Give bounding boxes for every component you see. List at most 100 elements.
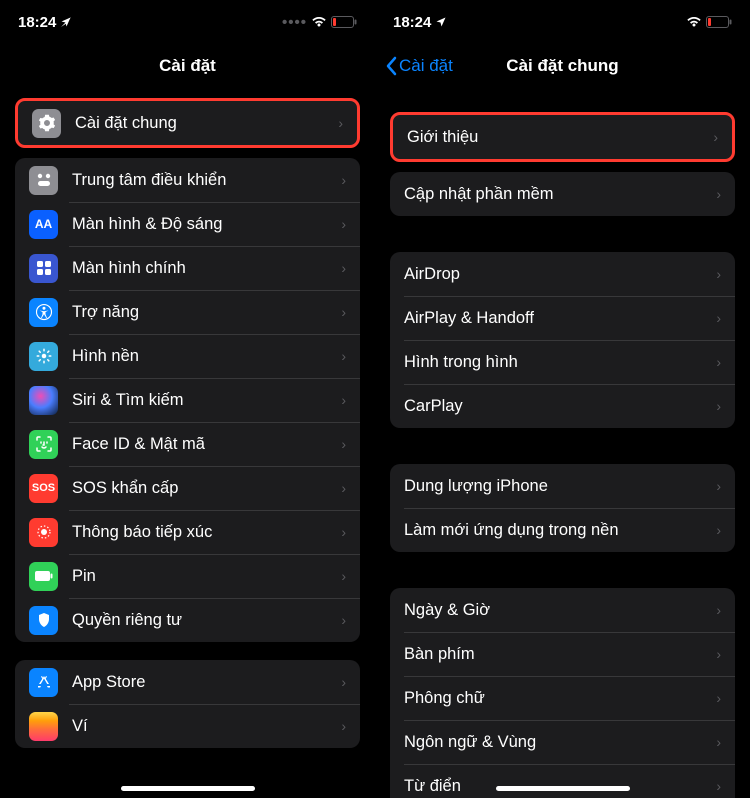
control-icon: [29, 166, 58, 195]
row-face-id[interactable]: Face ID & Mật mã ›: [15, 422, 360, 466]
row-label: Thông báo tiếp xúc: [72, 523, 341, 542]
row-label: CarPlay: [404, 397, 716, 416]
chevron-right-icon: ›: [713, 129, 718, 145]
location-icon: [435, 16, 447, 28]
row-label: Hình nền: [72, 347, 341, 366]
general-screen: 18:24 Cài đặt Cài đặt chung Giới thiệu ›…: [375, 0, 750, 798]
chevron-right-icon: ›: [716, 778, 721, 794]
row-dictionary[interactable]: Từ điển›: [390, 764, 735, 798]
row-privacy[interactable]: Quyền riêng tư ›: [15, 598, 360, 642]
row-battery[interactable]: Pin ›: [15, 554, 360, 598]
chevron-right-icon: ›: [716, 398, 721, 414]
home-indicator[interactable]: [121, 786, 255, 791]
face-id-icon: [29, 430, 58, 459]
about-group-highlighted: Giới thiệu ›: [390, 112, 735, 162]
location-icon: [60, 16, 72, 28]
row-label: Làm mới ứng dụng trong nền: [404, 521, 716, 540]
status-bar: 18:24: [375, 0, 750, 44]
row-keyboard[interactable]: Bàn phím›: [390, 632, 735, 676]
row-label: SOS khẩn cấp: [72, 479, 341, 498]
row-about[interactable]: Giới thiệu ›: [393, 115, 732, 159]
chevron-right-icon: ›: [341, 172, 346, 188]
chevron-right-icon: ›: [341, 260, 346, 276]
row-airplay[interactable]: AirPlay & Handoff›: [390, 296, 735, 340]
storage-group: Dung lượng iPhone› Làm mới ứng dụng tron…: [390, 464, 735, 552]
row-software-update[interactable]: Cập nhật phần mềm ›: [390, 172, 735, 216]
chevron-right-icon: ›: [716, 354, 721, 370]
row-label: Màn hình chính: [72, 259, 341, 278]
row-language-region[interactable]: Ngôn ngữ & Vùng›: [390, 720, 735, 764]
row-carplay[interactable]: CarPlay›: [390, 384, 735, 428]
row-label: Face ID & Mật mã: [72, 435, 341, 454]
row-sos[interactable]: SOS SOS khẩn cấp ›: [15, 466, 360, 510]
wifi-icon: [311, 16, 327, 28]
row-label: Ngày & Giờ: [404, 601, 716, 620]
row-wallpaper[interactable]: Hình nền ›: [15, 334, 360, 378]
chevron-right-icon: ›: [716, 690, 721, 706]
row-wallet[interactable]: Ví ›: [15, 704, 360, 748]
battery-low-icon: [706, 16, 732, 28]
status-bar: 18:24 ••••: [0, 0, 375, 44]
chevron-right-icon: ›: [341, 524, 346, 540]
display-icon: AA: [29, 210, 58, 239]
software-update-group: Cập nhật phần mềm ›: [390, 172, 735, 216]
cell-dots-icon: ••••: [282, 14, 307, 31]
row-label: Hình trong hình: [404, 353, 716, 372]
row-control-center[interactable]: Trung tâm điều khiển ›: [15, 158, 360, 202]
chevron-right-icon: ›: [716, 186, 721, 202]
home-indicator[interactable]: [496, 786, 630, 791]
wallet-icon: [29, 712, 58, 741]
row-label: Cập nhật phần mềm: [404, 185, 716, 204]
settings-group-main: Trung tâm điều khiển › AA Màn hình & Độ …: [15, 158, 360, 642]
gear-icon: [32, 109, 61, 138]
back-button[interactable]: Cài đặt: [385, 56, 453, 76]
exposure-icon: [29, 518, 58, 547]
chevron-right-icon: ›: [716, 266, 721, 282]
chevron-right-icon: ›: [341, 480, 346, 496]
row-app-store[interactable]: App Store ›: [15, 660, 360, 704]
siri-icon: [29, 386, 58, 415]
chevron-left-icon: [385, 56, 397, 76]
row-accessibility[interactable]: Trợ năng ›: [15, 290, 360, 334]
row-exposure[interactable]: Thông báo tiếp xúc ›: [15, 510, 360, 554]
app-store-icon: [29, 668, 58, 697]
row-label: Ngôn ngữ & Vùng: [404, 733, 716, 752]
row-label: Trung tâm điều khiển: [72, 171, 341, 190]
row-label: Cài đặt chung: [75, 114, 338, 133]
chevron-right-icon: ›: [338, 115, 343, 131]
chevron-right-icon: ›: [341, 348, 346, 364]
chevron-right-icon: ›: [716, 734, 721, 750]
row-label: Pin: [72, 567, 341, 586]
row-airdrop[interactable]: AirDrop›: [390, 252, 735, 296]
chevron-right-icon: ›: [341, 568, 346, 584]
back-label: Cài đặt: [399, 56, 453, 76]
chevron-right-icon: ›: [716, 310, 721, 326]
row-label: Dung lượng iPhone: [404, 477, 716, 496]
row-date-time[interactable]: Ngày & Giờ›: [390, 588, 735, 632]
settings-screen: 18:24 •••• Cài đặt Cài đặt chung › Trung…: [0, 0, 375, 798]
row-iphone-storage[interactable]: Dung lượng iPhone›: [390, 464, 735, 508]
chevron-right-icon: ›: [716, 602, 721, 618]
accessibility-icon: [29, 298, 58, 327]
row-background-refresh[interactable]: Làm mới ứng dụng trong nền›: [390, 508, 735, 552]
row-general[interactable]: Cài đặt chung ›: [18, 101, 357, 145]
battery-low-icon: [331, 16, 357, 28]
general-group-highlighted: Cài đặt chung ›: [15, 98, 360, 148]
row-fonts[interactable]: Phông chữ›: [390, 676, 735, 720]
row-display[interactable]: AA Màn hình & Độ sáng ›: [15, 202, 360, 246]
chevron-right-icon: ›: [341, 304, 346, 320]
row-label: Ví: [72, 717, 341, 736]
privacy-icon: [29, 606, 58, 635]
row-label: AirPlay & Handoff: [404, 309, 716, 328]
row-label: Bàn phím: [404, 645, 716, 664]
row-home-screen[interactable]: Màn hình chính ›: [15, 246, 360, 290]
row-siri[interactable]: Siri & Tìm kiếm ›: [15, 378, 360, 422]
wallpaper-icon: [29, 342, 58, 371]
row-label: Siri & Tìm kiếm: [72, 391, 341, 410]
page-title: Cài đặt chung: [506, 56, 618, 76]
locale-group: Ngày & Giờ› Bàn phím› Phông chữ› Ngôn ng…: [390, 588, 735, 798]
chevron-right-icon: ›: [341, 436, 346, 452]
chevron-right-icon: ›: [716, 478, 721, 494]
nav-bar: Cài đặt: [0, 44, 375, 88]
row-pip[interactable]: Hình trong hình›: [390, 340, 735, 384]
